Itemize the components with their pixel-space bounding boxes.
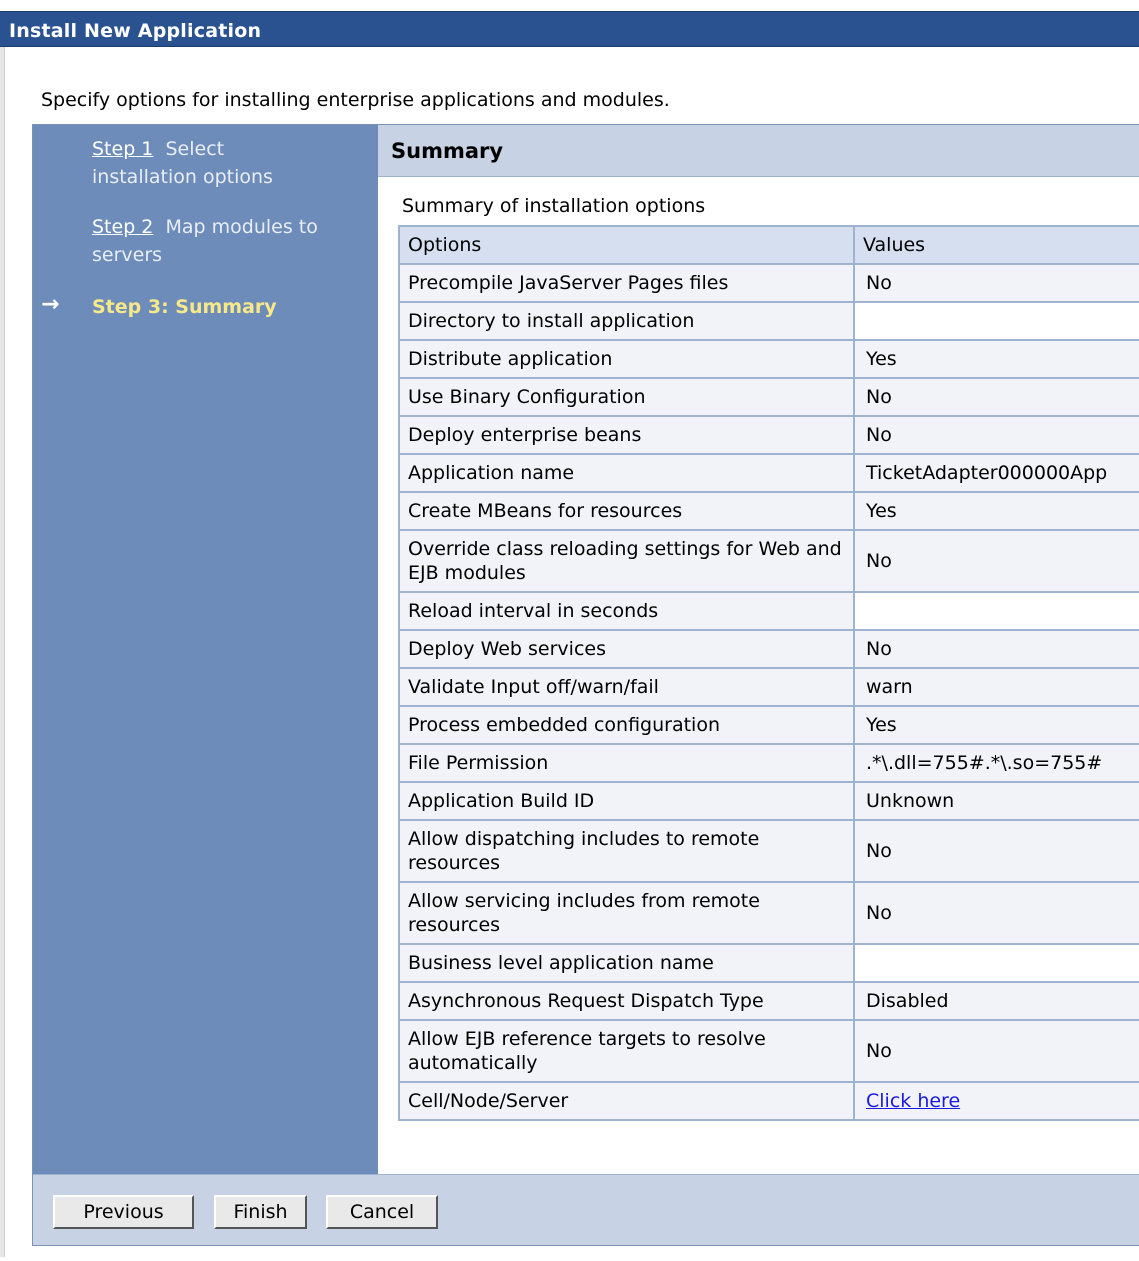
table-row: Cell/Node/Server Click here — [398, 1081, 1139, 1121]
option-cell: Reload interval in seconds — [398, 591, 855, 631]
cancel-button[interactable]: Cancel — [326, 1195, 438, 1229]
left-edge — [0, 47, 5, 1257]
step-2-link[interactable]: Step 2 — [92, 216, 153, 238]
table-row: Validate Input off/warn/fail warn — [398, 667, 1139, 707]
table-row: Precompile JavaServer Pages files No — [398, 263, 1139, 303]
table-row: Create MBeans for resources Yes — [398, 491, 1139, 531]
table-row: Use Binary Configuration No — [398, 377, 1139, 417]
table-row: Allow EJB reference targets to resolve a… — [398, 1019, 1139, 1083]
table-row: Allow servicing includes from remote res… — [398, 881, 1139, 945]
finish-button[interactable]: Finish — [214, 1195, 307, 1229]
summary-table: Options Values Precompile JavaServer Pag… — [398, 225, 1139, 1121]
option-cell: Validate Input off/warn/fail — [398, 667, 855, 707]
table-row: Deploy Web services No — [398, 629, 1139, 669]
value-cell — [853, 943, 1139, 983]
option-cell: Cell/Node/Server — [398, 1081, 855, 1121]
wizard-steps-panel: Step 1 Select installation options Step … — [33, 125, 378, 1174]
option-cell: Allow dispatching includes to remote res… — [398, 819, 855, 883]
right-arrow-icon: → — [41, 292, 60, 317]
window-title: Install New Application — [9, 20, 262, 42]
option-cell: Create MBeans for resources — [398, 491, 855, 531]
step-1: Step 1 Select installation options — [92, 135, 332, 191]
step-3-current: Step 3: Summary — [92, 296, 277, 318]
table-row: Reload interval in seconds — [398, 591, 1139, 631]
table-row: Distribute application Yes — [398, 339, 1139, 379]
value-cell: No — [853, 529, 1139, 593]
intro-text: Specify options for installing enterpris… — [41, 89, 670, 111]
value-cell: warn — [853, 667, 1139, 707]
value-cell: .*\.dll=755#.*\.so=755# — [853, 743, 1139, 783]
value-cell: Unknown — [853, 781, 1139, 821]
value-cell: No — [853, 377, 1139, 417]
value-cell: No — [853, 263, 1139, 303]
option-cell: Application name — [398, 453, 855, 493]
option-cell: Application Build ID — [398, 781, 855, 821]
option-cell: Allow servicing includes from remote res… — [398, 881, 855, 945]
table-row: Allow dispatching includes to remote res… — [398, 819, 1139, 883]
step-1-link[interactable]: Step 1 — [92, 138, 153, 160]
table-row: Business level application name — [398, 943, 1139, 983]
value-cell: Yes — [853, 491, 1139, 531]
option-cell: File Permission — [398, 743, 855, 783]
window-titlebar: Install New Application — [0, 11, 1139, 47]
value-cell: No — [853, 415, 1139, 455]
table-row: Deploy enterprise beans No — [398, 415, 1139, 455]
summary-heading: Summary — [391, 139, 504, 163]
table-row: Directory to install application — [398, 301, 1139, 341]
table-row: Process embedded configuration Yes — [398, 705, 1139, 745]
value-cell: TicketAdapter000000App — [853, 453, 1139, 493]
step-2: Step 2 Map modules to servers — [92, 213, 332, 269]
option-cell: Use Binary Configuration — [398, 377, 855, 417]
option-cell: Deploy Web services — [398, 629, 855, 669]
option-cell: Precompile JavaServer Pages files — [398, 263, 855, 303]
summary-header: Summary — [378, 125, 1139, 177]
table-row: Application name TicketAdapter000000App — [398, 453, 1139, 493]
value-cell: Disabled — [853, 981, 1139, 1021]
value-cell: Yes — [853, 339, 1139, 379]
option-cell: Process embedded configuration — [398, 705, 855, 745]
option-cell: Override class reloading settings for We… — [398, 529, 855, 593]
option-cell: Asynchronous Request Dispatch Type — [398, 981, 855, 1021]
table-row: Override class reloading settings for We… — [398, 529, 1139, 593]
column-header-values: Values — [853, 225, 1139, 265]
column-header-options: Options — [398, 225, 855, 265]
button-bar: Previous Finish Cancel — [33, 1174, 1139, 1245]
summary-caption: Summary of installation options — [402, 195, 706, 217]
cell-node-server-link[interactable]: Click here — [866, 1090, 960, 1112]
table-row: File Permission .*\.dll=755#.*\.so=755# — [398, 743, 1139, 783]
option-cell: Business level application name — [398, 943, 855, 983]
value-cell — [853, 591, 1139, 631]
option-cell: Deploy enterprise beans — [398, 415, 855, 455]
value-cell: No — [853, 1019, 1139, 1083]
value-cell: No — [853, 819, 1139, 883]
option-cell: Directory to install application — [398, 301, 855, 341]
value-cell: Click here — [853, 1081, 1139, 1121]
value-cell: No — [853, 881, 1139, 945]
value-cell — [853, 301, 1139, 341]
option-cell: Distribute application — [398, 339, 855, 379]
value-cell: No — [853, 629, 1139, 669]
option-cell: Allow EJB reference targets to resolve a… — [398, 1019, 855, 1083]
previous-button[interactable]: Previous — [53, 1195, 194, 1229]
table-header-row: Options Values — [398, 225, 1139, 265]
value-cell: Yes — [853, 705, 1139, 745]
table-row: Asynchronous Request Dispatch Type Disabl… — [398, 981, 1139, 1021]
summary-panel: Summary Summary of installation options … — [378, 125, 1139, 1174]
table-row: Application Build ID Unknown — [398, 781, 1139, 821]
